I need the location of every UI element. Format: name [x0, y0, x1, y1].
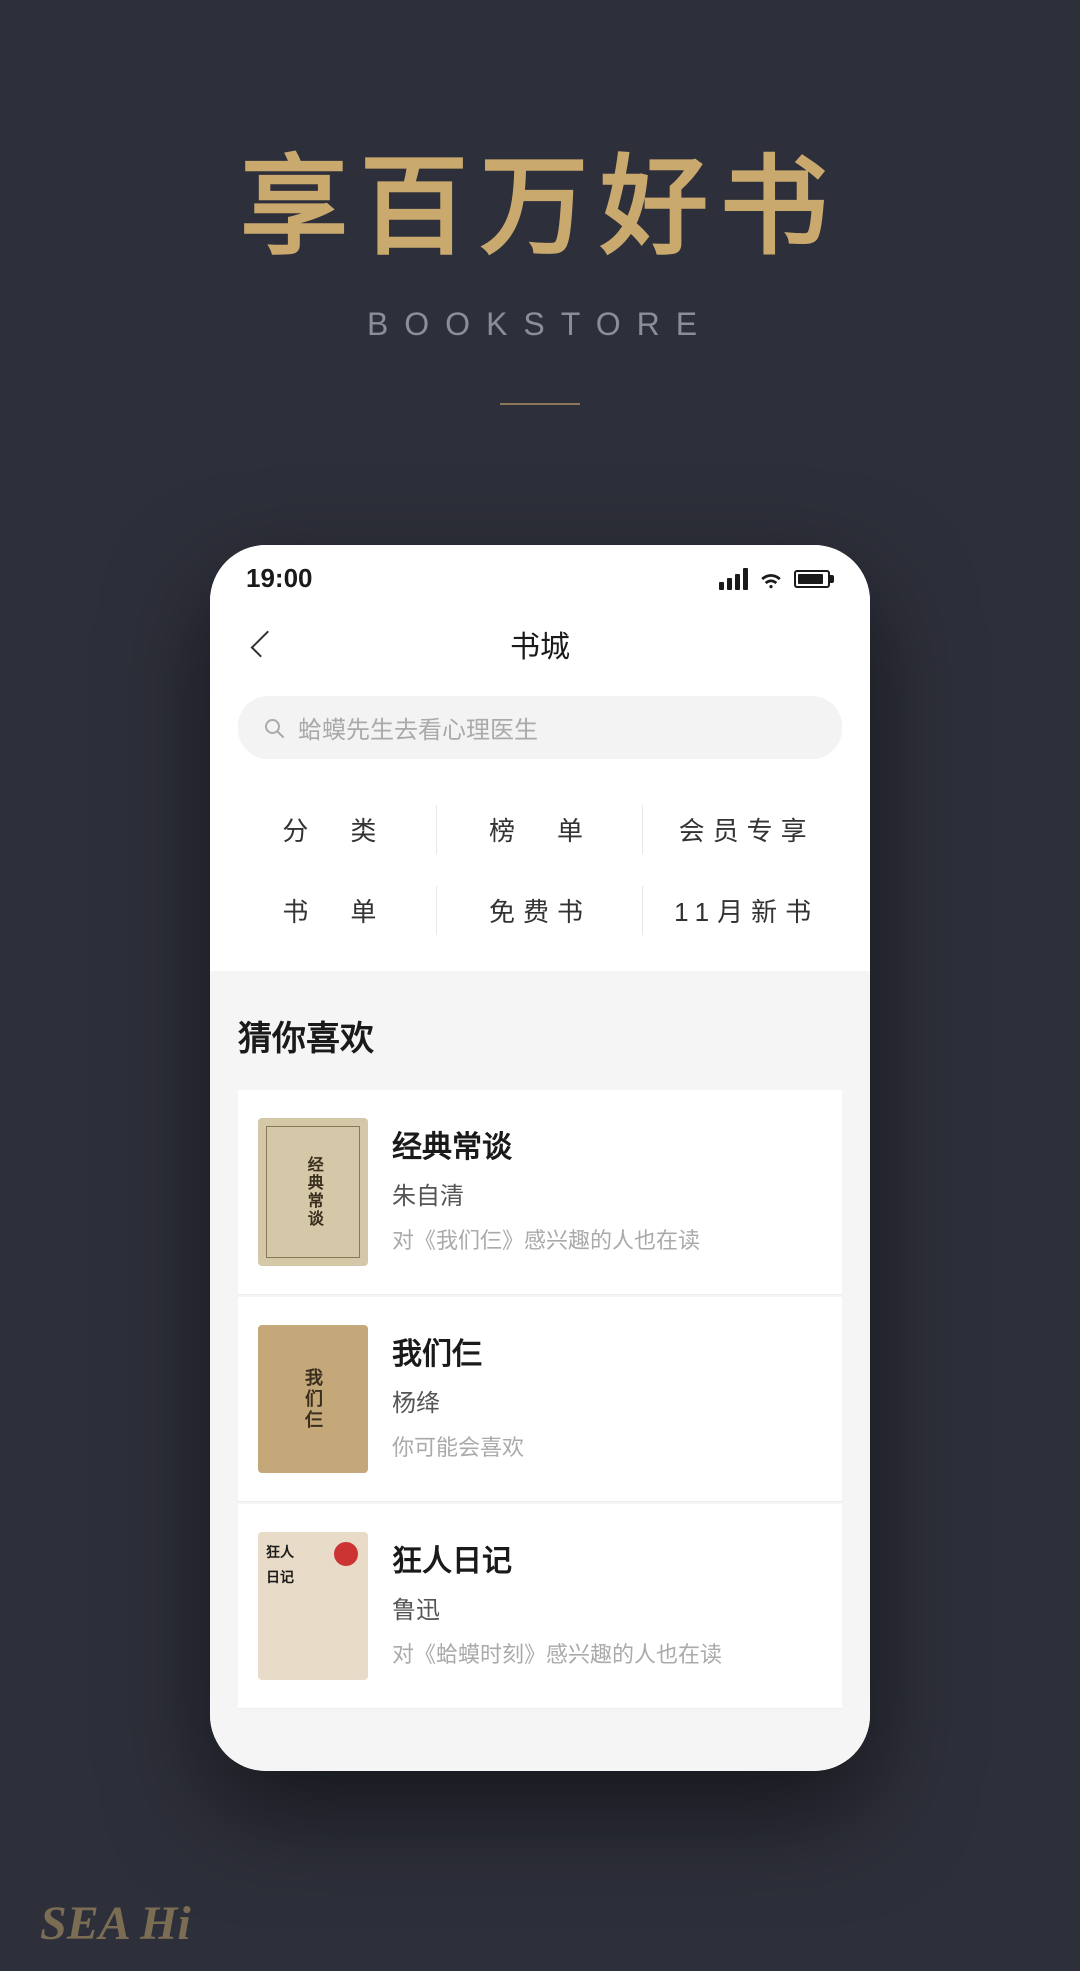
book-list: 经典常谈 经典常谈 朱自清 对《我们仨》感兴趣的人也在读 我们仨 [238, 1090, 842, 1711]
signal-icon [719, 568, 748, 590]
list-item[interactable]: 我们仨 我们仨 杨绛 你可能会喜欢 [238, 1297, 842, 1502]
search-container: 蛤蟆先生去看心理医生 [210, 686, 870, 779]
category-label-freebook: 免费书 [489, 892, 591, 929]
nav-bar: 书城 [210, 606, 870, 686]
nav-title: 书城 [282, 622, 798, 666]
book-cover-2: 我们仨 [258, 1325, 368, 1473]
hero-title: 享百万好书 [240, 120, 840, 276]
hero-subtitle: BOOKSTORE [367, 306, 713, 343]
book-author-1: 朱自清 [392, 1176, 822, 1211]
cover-1-text: 经典常谈 [300, 1156, 326, 1228]
search-placeholder: 蛤蟆先生去看心理医生 [298, 710, 538, 745]
cover-2-text: 我们仨 [300, 1368, 326, 1431]
cover-3-accent [334, 1542, 358, 1566]
wifi-icon [758, 569, 784, 589]
book-title-1: 经典常谈 [392, 1122, 822, 1166]
book-info-2: 我们仨 杨绛 你可能会喜欢 [392, 1325, 822, 1462]
back-arrow-icon [251, 631, 278, 658]
book-desc-2: 你可能会喜欢 [392, 1430, 822, 1462]
phone-frame-wrapper: 19:00 [0, 485, 1080, 1771]
status-icons [719, 568, 834, 590]
hero-divider [500, 403, 580, 405]
category-item-shudan[interactable]: 书 单 [230, 870, 437, 951]
book-info-1: 经典常谈 朱自清 对《我们仨》感兴趣的人也在读 [392, 1118, 822, 1255]
bottom-area: SEA Hi [0, 1771, 1080, 1971]
category-grid: 分 类 榜 单 会员专享 书 单 免费书 11月新书 [210, 779, 870, 971]
category-item-bangdan[interactable]: 榜 单 [437, 789, 644, 870]
category-item-vip[interactable]: 会员专享 [643, 789, 850, 870]
list-item[interactable]: 经典常谈 经典常谈 朱自清 对《我们仨》感兴趣的人也在读 [238, 1090, 842, 1295]
book-desc-3: 对《蛤蟆时刻》感兴趣的人也在读 [392, 1637, 822, 1669]
book-desc-1: 对《我们仨》感兴趣的人也在读 [392, 1223, 822, 1255]
search-bar[interactable]: 蛤蟆先生去看心理医生 [238, 696, 842, 759]
category-label-shudan: 书 单 [282, 892, 384, 929]
search-icon [262, 716, 286, 740]
category-item-fenlei[interactable]: 分 类 [230, 789, 437, 870]
watermark-text: SEA Hi [40, 1896, 191, 1951]
book-cover-3: 狂人日记 [258, 1532, 368, 1680]
hero-section: 享百万好书 BOOKSTORE [0, 0, 1080, 485]
battery-icon [794, 570, 834, 588]
recommendations-section: 猜你喜欢 经典常谈 经典常谈 朱自清 对《我们仨》感兴趣的人也在读 [210, 971, 870, 1771]
cover-3-text: 狂人日记 [266, 1540, 294, 1590]
status-time: 19:00 [246, 563, 313, 594]
list-item[interactable]: 狂人日记 狂人日记 鲁迅 对《蛤蟆时刻》感兴趣的人也在读 [238, 1504, 842, 1709]
book-info-3: 狂人日记 鲁迅 对《蛤蟆时刻》感兴趣的人也在读 [392, 1532, 822, 1669]
category-label-fenlei: 分 类 [282, 811, 384, 848]
book-title-2: 我们仨 [392, 1329, 822, 1373]
status-bar: 19:00 [210, 545, 870, 606]
category-label-vip: 会员专享 [679, 811, 815, 848]
category-label-newbook: 11月新书 [674, 892, 819, 929]
phone-frame: 19:00 [210, 545, 870, 1771]
section-title: 猜你喜欢 [238, 1011, 842, 1060]
category-item-freebook[interactable]: 免费书 [437, 870, 644, 951]
back-button[interactable] [238, 622, 282, 666]
book-author-2: 杨绛 [392, 1383, 822, 1418]
category-item-newbook[interactable]: 11月新书 [643, 870, 850, 951]
book-cover-1: 经典常谈 [258, 1118, 368, 1266]
category-label-bangdan: 榜 单 [489, 811, 591, 848]
book-title-3: 狂人日记 [392, 1536, 822, 1580]
book-author-3: 鲁迅 [392, 1590, 822, 1625]
